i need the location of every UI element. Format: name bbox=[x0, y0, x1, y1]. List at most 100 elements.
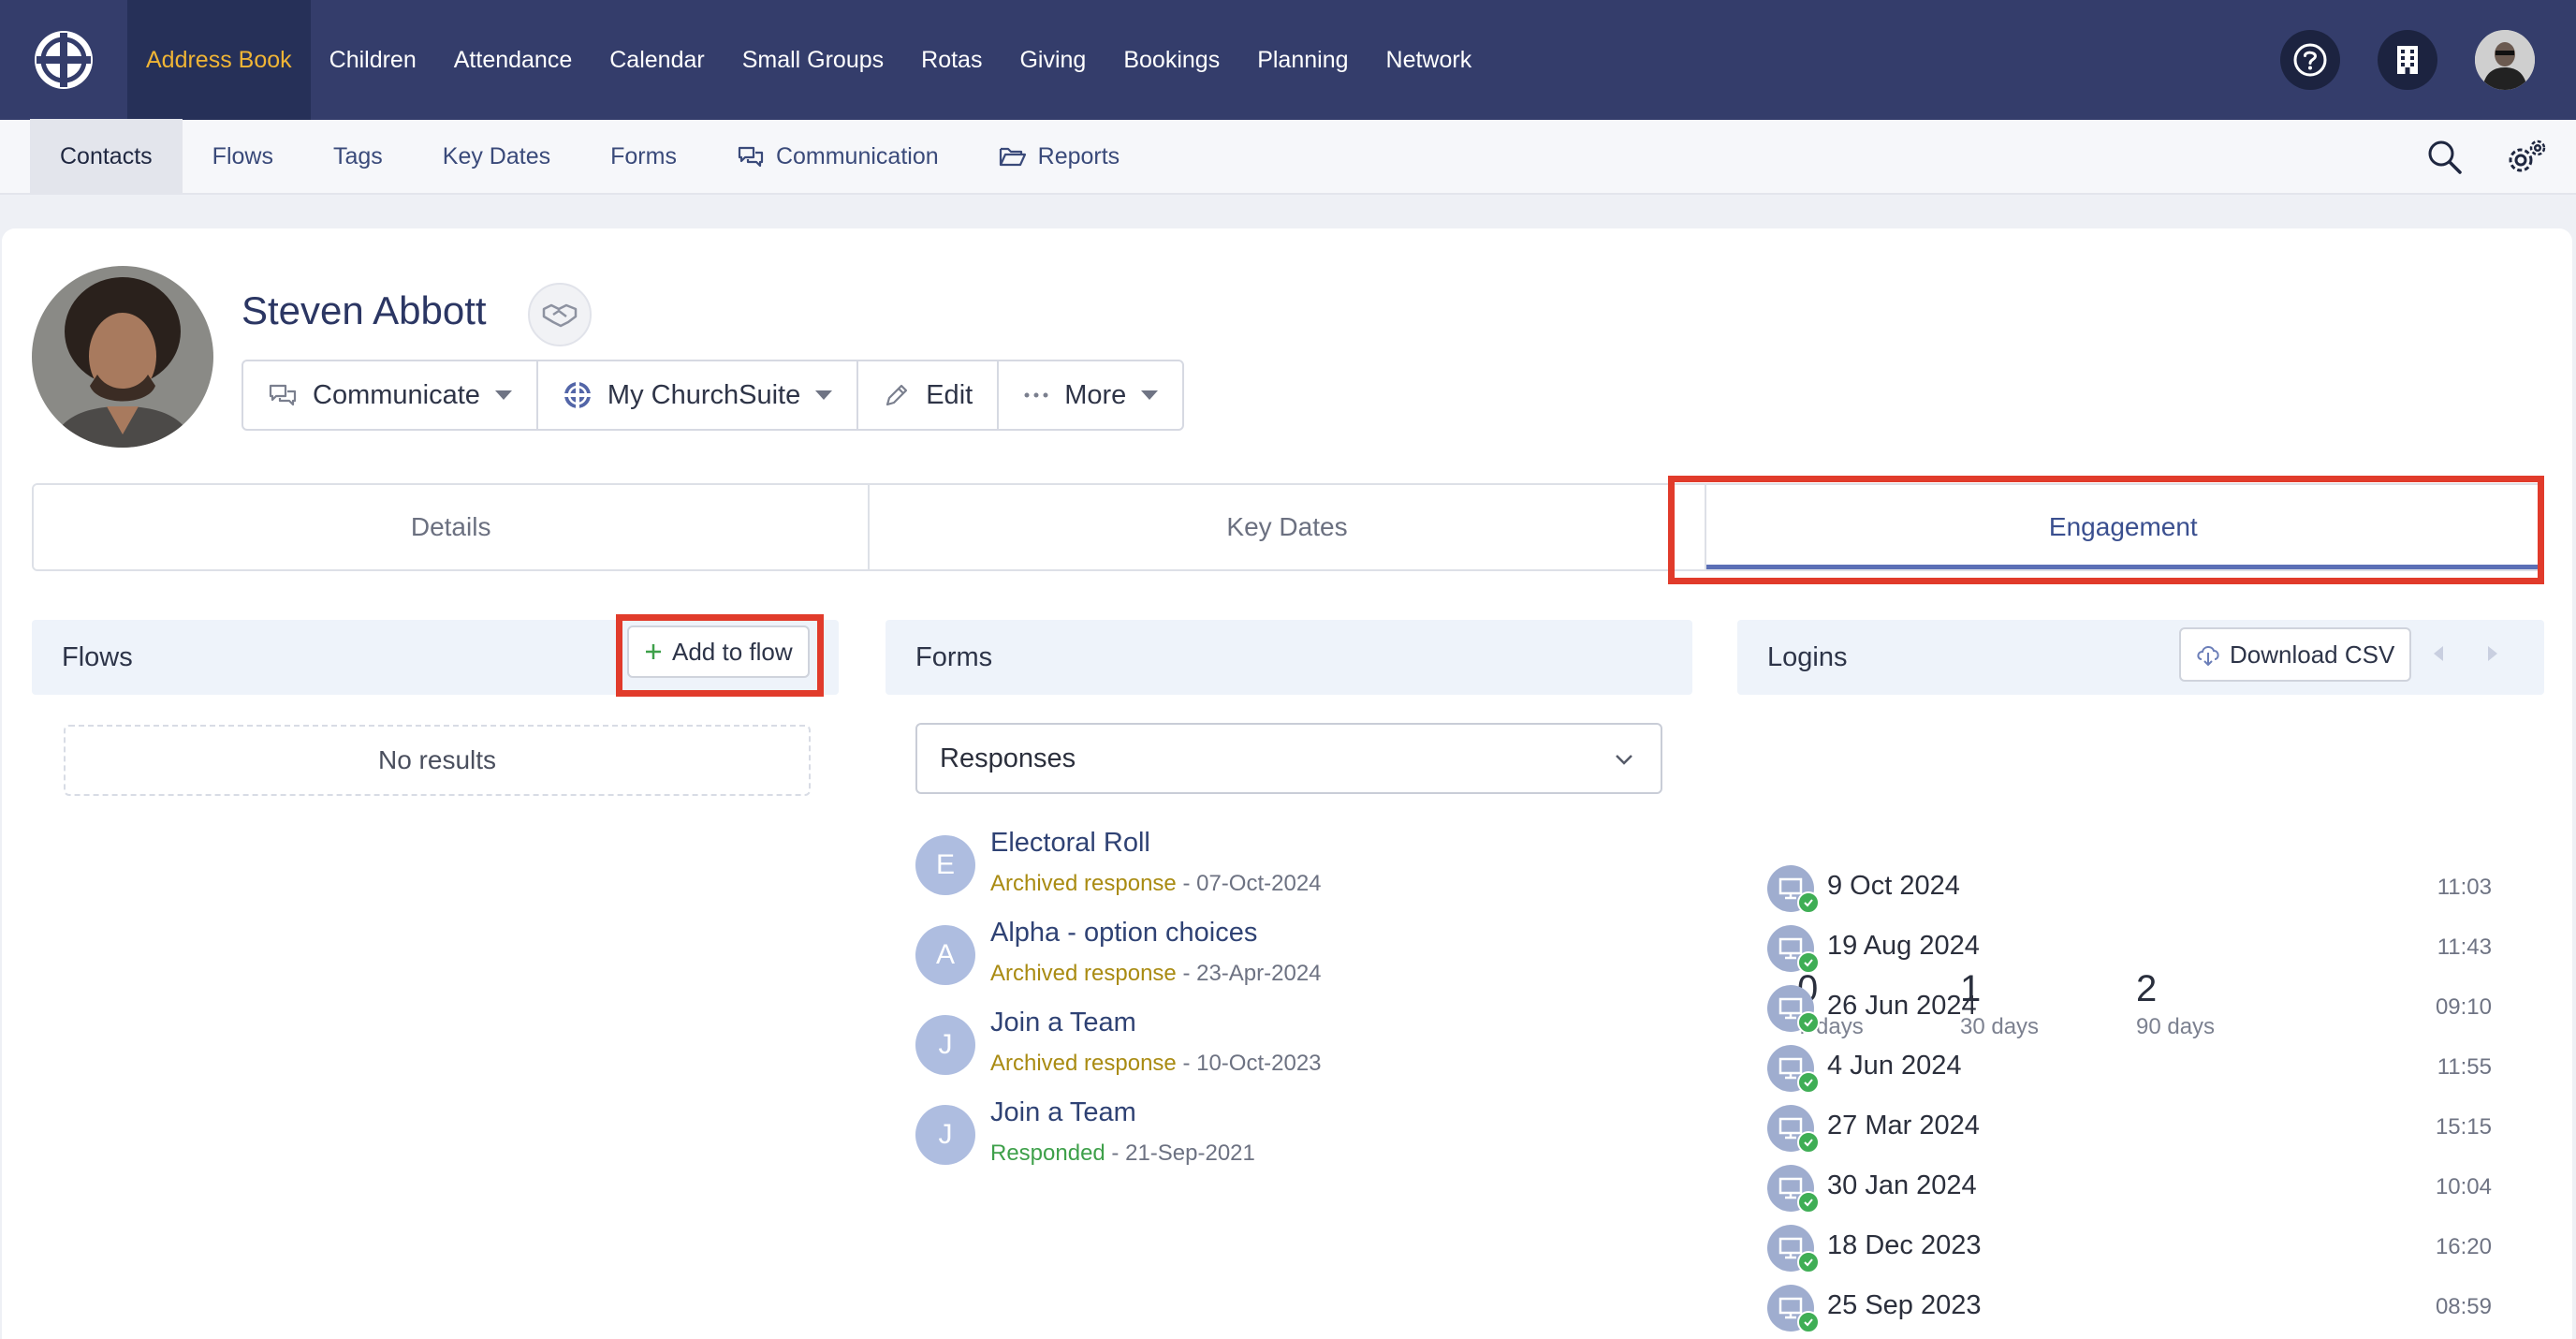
form-status: Archived response bbox=[990, 871, 1177, 896]
form-status: Archived response bbox=[990, 961, 1177, 986]
chat-bubbles-icon bbox=[269, 384, 297, 406]
login-entry: 4 Jun 2024 11:55 bbox=[1767, 1045, 2492, 1101]
download-csv-label: Download CSV bbox=[2230, 640, 2395, 669]
next-arrow-icon[interactable] bbox=[2484, 642, 2501, 665]
form-title-link[interactable]: Join a Team bbox=[990, 1097, 1136, 1128]
nav-address-book[interactable]: Address Book bbox=[127, 0, 311, 120]
logins-title: Logins bbox=[1767, 641, 1848, 672]
nav-network[interactable]: Network bbox=[1368, 0, 1491, 120]
contact-actions: Communicate My ChurchSuite Edit More bbox=[242, 360, 1185, 431]
form-title-link[interactable]: Alpha - option choices bbox=[990, 918, 1257, 949]
top-navigation: Address Book Children Attendance Calenda… bbox=[0, 0, 2576, 120]
churchsuite-icon bbox=[564, 382, 591, 408]
mychurchsuite-dropdown[interactable]: My ChurchSuite bbox=[538, 361, 859, 429]
form-title-link[interactable]: Join a Team bbox=[990, 1008, 1136, 1038]
nav-bookings[interactable]: Bookings bbox=[1105, 0, 1238, 120]
subnav-communication[interactable]: Communication bbox=[707, 119, 969, 194]
edit-button[interactable]: Edit bbox=[858, 361, 1000, 429]
ellipsis-icon bbox=[1024, 392, 1048, 398]
form-initial-avatar: E bbox=[915, 835, 975, 895]
more-label: More bbox=[1064, 379, 1127, 410]
communicate-dropdown[interactable]: Communicate bbox=[243, 361, 538, 429]
login-entry: 30 Jan 2024 10:04 bbox=[1767, 1165, 2492, 1221]
subnav-tags[interactable]: Tags bbox=[303, 119, 413, 194]
handshake-button[interactable] bbox=[528, 283, 592, 346]
churchsuite-logo[interactable] bbox=[0, 0, 127, 120]
check-icon bbox=[1797, 891, 1820, 914]
login-date: 18 Dec 2023 bbox=[1827, 1230, 1982, 1260]
chat-bubbles-icon bbox=[738, 146, 764, 168]
subnav-tags-label: Tags bbox=[332, 142, 383, 169]
highlight-box-engagement bbox=[1668, 476, 2544, 584]
tab-key-dates[interactable]: Key Dates bbox=[870, 485, 1706, 569]
contact-card: Steven Abbott Communicate My ChurchSuite bbox=[2, 228, 2572, 1339]
search-icon[interactable] bbox=[2426, 139, 2464, 176]
folder-open-icon bbox=[999, 147, 1026, 167]
form-title-link[interactable]: Electoral Roll bbox=[990, 828, 1150, 859]
login-date: 30 Jan 2024 bbox=[1827, 1170, 1977, 1200]
settings-gears-icon[interactable] bbox=[2505, 138, 2548, 177]
form-initial-avatar: A bbox=[915, 925, 975, 985]
help-button[interactable] bbox=[2280, 30, 2340, 90]
profile-photo-image bbox=[32, 266, 213, 448]
more-dropdown[interactable]: More bbox=[999, 361, 1182, 429]
previous-arrow-icon[interactable] bbox=[2430, 642, 2447, 665]
forms-title: Forms bbox=[915, 641, 993, 672]
login-date: 26 Jun 2024 bbox=[1827, 991, 1977, 1021]
subnav-forms[interactable]: Forms bbox=[580, 119, 707, 194]
contact-name: Steven Abbott bbox=[242, 288, 487, 332]
form-status-line: Archived response - 07-Oct-2024 bbox=[990, 871, 1322, 897]
form-date: - 10-Oct-2023 bbox=[1176, 1051, 1322, 1076]
form-status-line: Archived response - 10-Oct-2023 bbox=[990, 1051, 1322, 1077]
login-entry: 19 Aug 2024 11:43 bbox=[1767, 925, 2492, 981]
subnav-right-controls bbox=[2426, 120, 2548, 195]
login-entry: 25 Sep 2023 08:59 bbox=[1767, 1285, 2492, 1339]
form-status-line: Archived response - 23-Apr-2024 bbox=[990, 961, 1322, 987]
pencil-icon bbox=[886, 384, 908, 406]
login-entry: 9 Oct 2024 11:03 bbox=[1767, 865, 2492, 921]
check-icon bbox=[1797, 1191, 1820, 1214]
profile-photo bbox=[32, 266, 213, 448]
subnav-contacts-label: Contacts bbox=[60, 142, 153, 169]
tab-details[interactable]: Details bbox=[34, 485, 871, 569]
logo-icon bbox=[35, 31, 93, 89]
organisation-button[interactable] bbox=[2378, 30, 2437, 90]
check-icon bbox=[1797, 1071, 1820, 1094]
check-icon bbox=[1797, 1251, 1820, 1273]
user-avatar[interactable] bbox=[2475, 30, 2535, 90]
user-avatar-image bbox=[2475, 30, 2535, 90]
form-status: Archived response bbox=[990, 1051, 1177, 1076]
subnav-reports[interactable]: Reports bbox=[969, 119, 1150, 194]
nav-planning[interactable]: Planning bbox=[1238, 0, 1367, 120]
download-csv-button[interactable]: Download CSV bbox=[2179, 627, 2412, 682]
subnav-contacts[interactable]: Contacts bbox=[30, 119, 183, 194]
nav-calendar[interactable]: Calendar bbox=[591, 0, 723, 120]
edit-label: Edit bbox=[926, 379, 973, 410]
flows-empty-state: No results bbox=[64, 725, 811, 796]
forms-filter-value: Responses bbox=[940, 743, 1076, 773]
nav-attendance[interactable]: Attendance bbox=[435, 0, 592, 120]
check-icon bbox=[1797, 951, 1820, 974]
forms-panel-header: Forms bbox=[886, 620, 1692, 695]
download-cloud-icon bbox=[2197, 646, 2219, 667]
form-status: Responded bbox=[990, 1140, 1105, 1166]
subnav-forms-label: Forms bbox=[610, 142, 677, 169]
subnav-flows[interactable]: Flows bbox=[183, 119, 303, 194]
nav-rotas[interactable]: Rotas bbox=[902, 0, 1001, 120]
login-time: 11:03 bbox=[2437, 875, 2492, 900]
nav-giving[interactable]: Giving bbox=[1001, 0, 1105, 120]
communicate-label: Communicate bbox=[313, 379, 480, 410]
login-entry: 26 Jun 2024 09:10 bbox=[1767, 985, 2492, 1041]
nav-children[interactable]: Children bbox=[311, 0, 435, 120]
forms-filter-select[interactable]: Responses bbox=[915, 723, 1662, 794]
subnav-flows-label: Flows bbox=[212, 142, 273, 169]
chevron-down-icon bbox=[815, 390, 833, 400]
check-icon bbox=[1797, 1011, 1820, 1034]
login-time: 11:43 bbox=[2437, 934, 2492, 960]
login-time: 11:55 bbox=[2437, 1054, 2492, 1080]
nav-small-groups[interactable]: Small Groups bbox=[724, 0, 902, 120]
chevron-down-icon bbox=[1616, 755, 1632, 765]
chevron-down-icon bbox=[494, 390, 512, 400]
form-status-line: Responded - 21-Sep-2021 bbox=[990, 1140, 1255, 1167]
subnav-key-dates[interactable]: Key Dates bbox=[413, 119, 580, 194]
